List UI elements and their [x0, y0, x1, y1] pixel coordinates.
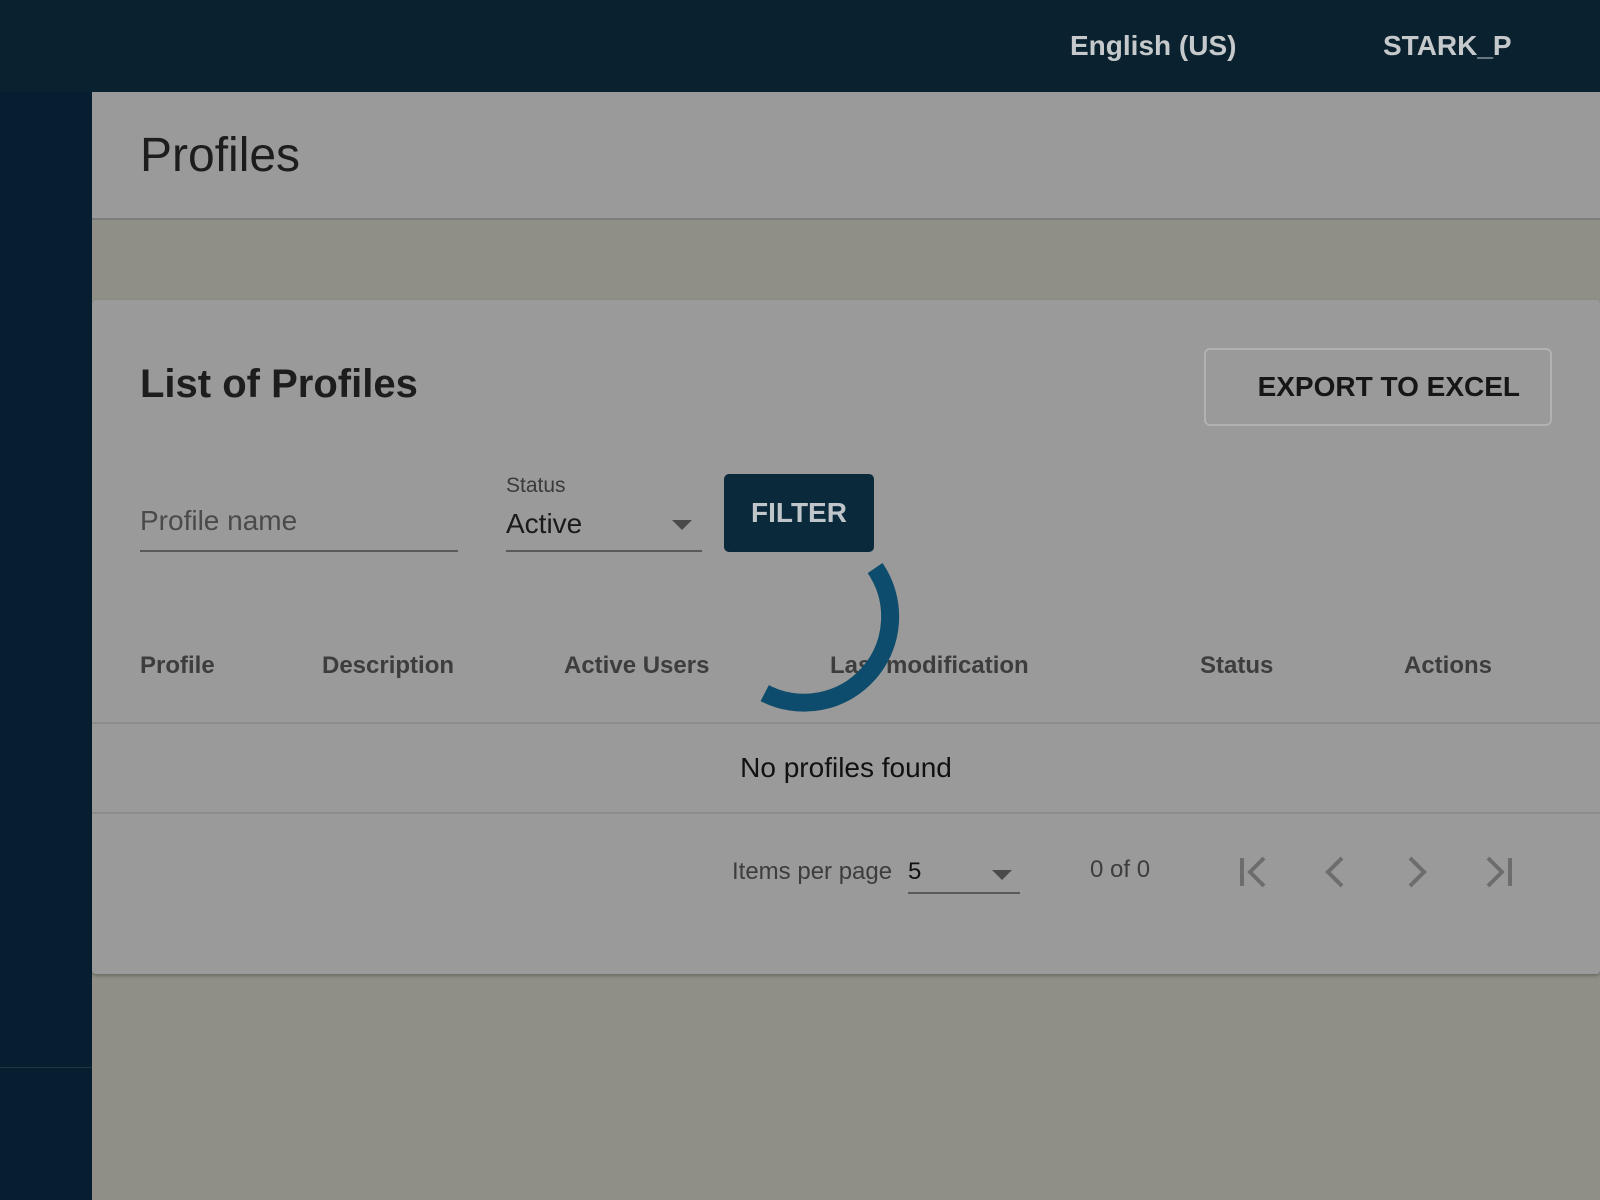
column-header-actions: Actions — [1404, 652, 1493, 679]
column-header-description[interactable]: Description — [322, 652, 454, 680]
sidebar — [0, 92, 92, 1200]
next-page-button[interactable] — [1392, 848, 1440, 896]
filter-button[interactable]: FILTER — [724, 474, 874, 552]
profile-name-field — [140, 492, 458, 552]
first-page-icon — [1240, 856, 1266, 888]
status-label: Status — [506, 474, 566, 497]
chevron-right-icon — [1408, 856, 1427, 888]
column-header-profile[interactable]: Profile — [140, 652, 215, 680]
language-selector[interactable]: English (US) — [1070, 30, 1236, 62]
column-header-status[interactable]: Status — [1200, 652, 1273, 680]
card-title: List of Profiles — [140, 362, 418, 406]
items-per-page-select[interactable]: 5 — [908, 848, 1020, 894]
previous-page-button[interactable] — [1312, 848, 1360, 896]
column-header-active-users[interactable]: Active Users — [564, 652, 709, 680]
table-footer-divider — [92, 812, 1600, 814]
dropdown-arrow-icon — [992, 870, 1012, 880]
chevron-left-icon — [1325, 856, 1344, 888]
sidebar-divider — [0, 1067, 92, 1068]
profile-name-input[interactable] — [140, 492, 458, 550]
pagination-range: 0 of 0 — [1090, 856, 1151, 883]
page-header: Profiles — [92, 92, 1600, 220]
export-to-excel-button[interactable]: EXPORT TO EXCEL — [1204, 348, 1552, 426]
loading-spinner-icon — [760, 563, 900, 712]
dropdown-arrow-icon — [672, 520, 692, 530]
items-per-page-label: Items per page — [732, 858, 893, 885]
last-page-icon — [1486, 856, 1512, 888]
user-menu[interactable]: STARK_P — [1383, 30, 1512, 62]
empty-table-message: No profiles found — [740, 752, 952, 783]
status-select[interactable]: Active — [506, 500, 702, 552]
items-per-page-value: 5 — [908, 858, 922, 885]
page-title: Profiles — [140, 129, 301, 182]
status-select-value: Active — [506, 508, 583, 539]
top-bar: English (US) STARK_P — [0, 0, 1600, 92]
first-page-button[interactable] — [1232, 848, 1280, 896]
last-page-button[interactable] — [1472, 848, 1520, 896]
